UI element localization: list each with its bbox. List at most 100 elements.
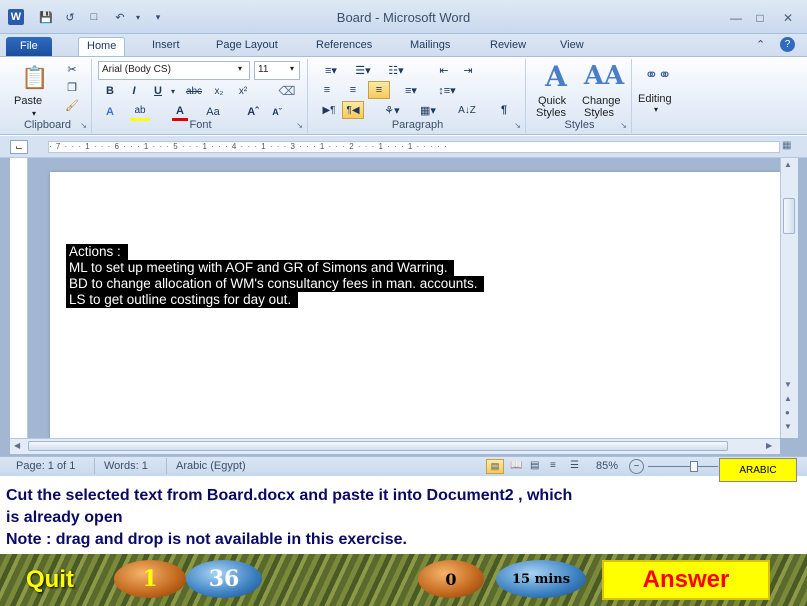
selected-line-2[interactable]: ML to set up meeting with AOF and GR of … [66,260,455,276]
align-center-icon[interactable]: ≡ [344,81,362,99]
page-count[interactable]: Page: 1 of 1 [16,460,75,472]
instruction-note: Note : drag and drop is not available in… [6,531,407,548]
quick-styles-label2[interactable]: Styles [536,107,566,119]
tab-references[interactable]: References [308,37,380,56]
editing-label[interactable]: Editing [638,93,672,105]
outline-icon[interactable]: ≡ [550,460,556,471]
underline-dropdown-icon[interactable]: ▾ [168,82,178,100]
strikethrough-icon[interactable]: abc [182,82,206,100]
change-styles-label[interactable]: Change [582,95,621,107]
word-count[interactable]: Words: 1 [104,460,148,472]
quick-styles-label[interactable]: Quick [538,95,566,107]
selected-line-4[interactable]: LS to get outline costings for day out. [66,292,298,308]
multilevel-list-icon[interactable]: ☷▾ [382,61,410,79]
horizontal-scroll-thumb[interactable] [28,441,728,451]
editing-dropdown-icon[interactable]: ▾ [654,105,658,114]
show-formatting-icon[interactable]: ¶ [494,101,514,119]
decrease-indent-icon[interactable]: ⇤ [434,61,454,79]
zoom-out-icon[interactable]: − [629,459,644,474]
paragraph-launcher-icon[interactable]: ↘ [514,121,521,130]
subscript-icon[interactable]: x₂ [210,82,228,100]
vertical-scroll-thumb[interactable] [783,198,795,234]
rtl-direction-icon[interactable]: ¶◀ [342,101,364,119]
tab-mailings[interactable]: Mailings [402,37,458,56]
change-styles-label2[interactable]: Styles [584,107,614,119]
view-ruler-icon[interactable]: ▦ [782,140,798,154]
scroll-up-icon[interactable]: ▲ [784,160,792,169]
change-styles-icon[interactable]: AA [584,61,624,91]
binoculars-icon[interactable]: ⚭⚭ [644,63,672,87]
clear-formatting-icon[interactable]: ⌫ [276,81,298,101]
sort-icon[interactable]: A↓Z [456,101,478,119]
zoom-slider-track[interactable] [648,466,718,467]
paste-icon[interactable]: 📋 [18,63,52,93]
scroll-right-icon[interactable]: ▶ [766,441,772,450]
web-layout-icon[interactable]: ▤ [530,460,539,471]
styles-label: Styles [564,119,595,131]
tab-insert[interactable]: Insert [144,37,188,56]
shading-icon[interactable]: ⚘▾ [378,101,406,119]
format-painter-icon[interactable]: 🖌 [64,97,80,113]
quick-styles-icon[interactable]: A [536,60,576,93]
font-launcher-icon[interactable]: ↘ [296,121,303,130]
selected-line-1[interactable]: Actions : [66,244,128,260]
tab-file[interactable]: File [6,37,52,56]
styles-launcher-icon[interactable]: ↘ [620,121,627,130]
font-name-dropdown-icon[interactable]: ▾ [238,64,242,73]
collapse-ribbon-icon[interactable]: ⌃ [756,38,765,51]
keyboard-language-badge: ARABIC [719,458,797,482]
scroll-left-icon[interactable]: ◀ [14,441,20,450]
scroll-down-icon[interactable]: ▼ [784,380,792,389]
cut-icon[interactable]: ✂ [64,61,80,77]
clipboard-launcher-icon[interactable]: ↘ [80,121,87,130]
zoom-slider-thumb[interactable] [690,461,698,472]
bullets-icon[interactable]: ≡▾ [318,61,344,79]
horizontal-ruler: ⌙ · 7 · · · 1 · · · 6 · · · 1 · · · 5 · … [0,136,807,158]
increase-indent-icon[interactable]: ⇥ [458,61,478,79]
selected-line-3[interactable]: BD to change allocation of WM's consulta… [66,276,485,292]
bold-icon[interactable]: B [102,82,118,100]
borders-icon[interactable]: ▦▾ [414,101,442,119]
language-indicator[interactable]: Arabic (Egypt) [176,460,246,472]
quit-button[interactable]: Quit [0,558,100,602]
title-bar: W 💾 ↺ □ ↶ ▾ ▾ Board - Microsoft Word — □… [0,0,807,34]
underline-icon[interactable]: U [150,82,166,100]
align-right-icon[interactable]: ≡ [368,81,390,99]
zoom-level[interactable]: 85% [596,460,618,472]
ltr-direction-icon[interactable]: ▶¶ [318,101,340,119]
paste-label[interactable]: Paste [14,95,42,107]
answer-button[interactable]: Answer [602,560,770,600]
previous-page-icon[interactable]: ▲ [784,394,792,403]
copy-icon[interactable]: ❐ [64,79,80,95]
italic-icon[interactable]: I [126,82,142,100]
help-icon[interactable]: ? [780,37,795,52]
minimize-button[interactable]: — [726,10,746,26]
print-layout-icon[interactable]: ▤ [486,459,504,474]
horizontal-scrollbar[interactable]: ◀ ▶ [10,438,780,454]
close-button[interactable]: ✕ [778,10,798,26]
tab-home[interactable]: Home [78,37,126,56]
font-name-select[interactable]: Arial (Body CS) [98,61,250,80]
maximize-button[interactable]: □ [750,10,770,26]
tab-view[interactable]: View [552,37,592,56]
question-number-egg: 1 [114,560,186,598]
next-page-icon[interactable]: ▼ [784,422,792,431]
numbering-icon[interactable]: ☰▾ [350,61,376,79]
justify-icon[interactable]: ≡▾ [398,81,424,99]
vertical-ruler[interactable] [10,158,28,438]
font-size-dropdown-icon[interactable]: ▾ [290,64,294,73]
draft-icon[interactable]: ☰ [570,460,579,471]
ruler-scale[interactable]: · 7 · · · 1 · · · 6 · · · 1 · · · 5 · · … [48,141,780,153]
full-screen-reading-icon[interactable]: 📖 [510,460,522,471]
score-egg: 0 [418,560,484,598]
align-left-icon[interactable]: ≡ [318,81,336,99]
vertical-scrollbar[interactable]: ▲ ▼ ▲ ● ▼ [780,158,798,438]
tab-selector-icon[interactable]: ⌙ [10,140,28,154]
superscript-icon[interactable]: x² [234,82,252,100]
instructions: Cut the selected text from Board.docx an… [6,485,796,551]
tab-page-layout[interactable]: Page Layout [208,37,286,56]
line-spacing-icon[interactable]: ↕≡▾ [434,81,460,99]
tab-review[interactable]: Review [482,37,534,56]
paste-dropdown-icon[interactable]: ▾ [32,109,36,118]
browse-object-icon[interactable]: ● [785,408,790,417]
